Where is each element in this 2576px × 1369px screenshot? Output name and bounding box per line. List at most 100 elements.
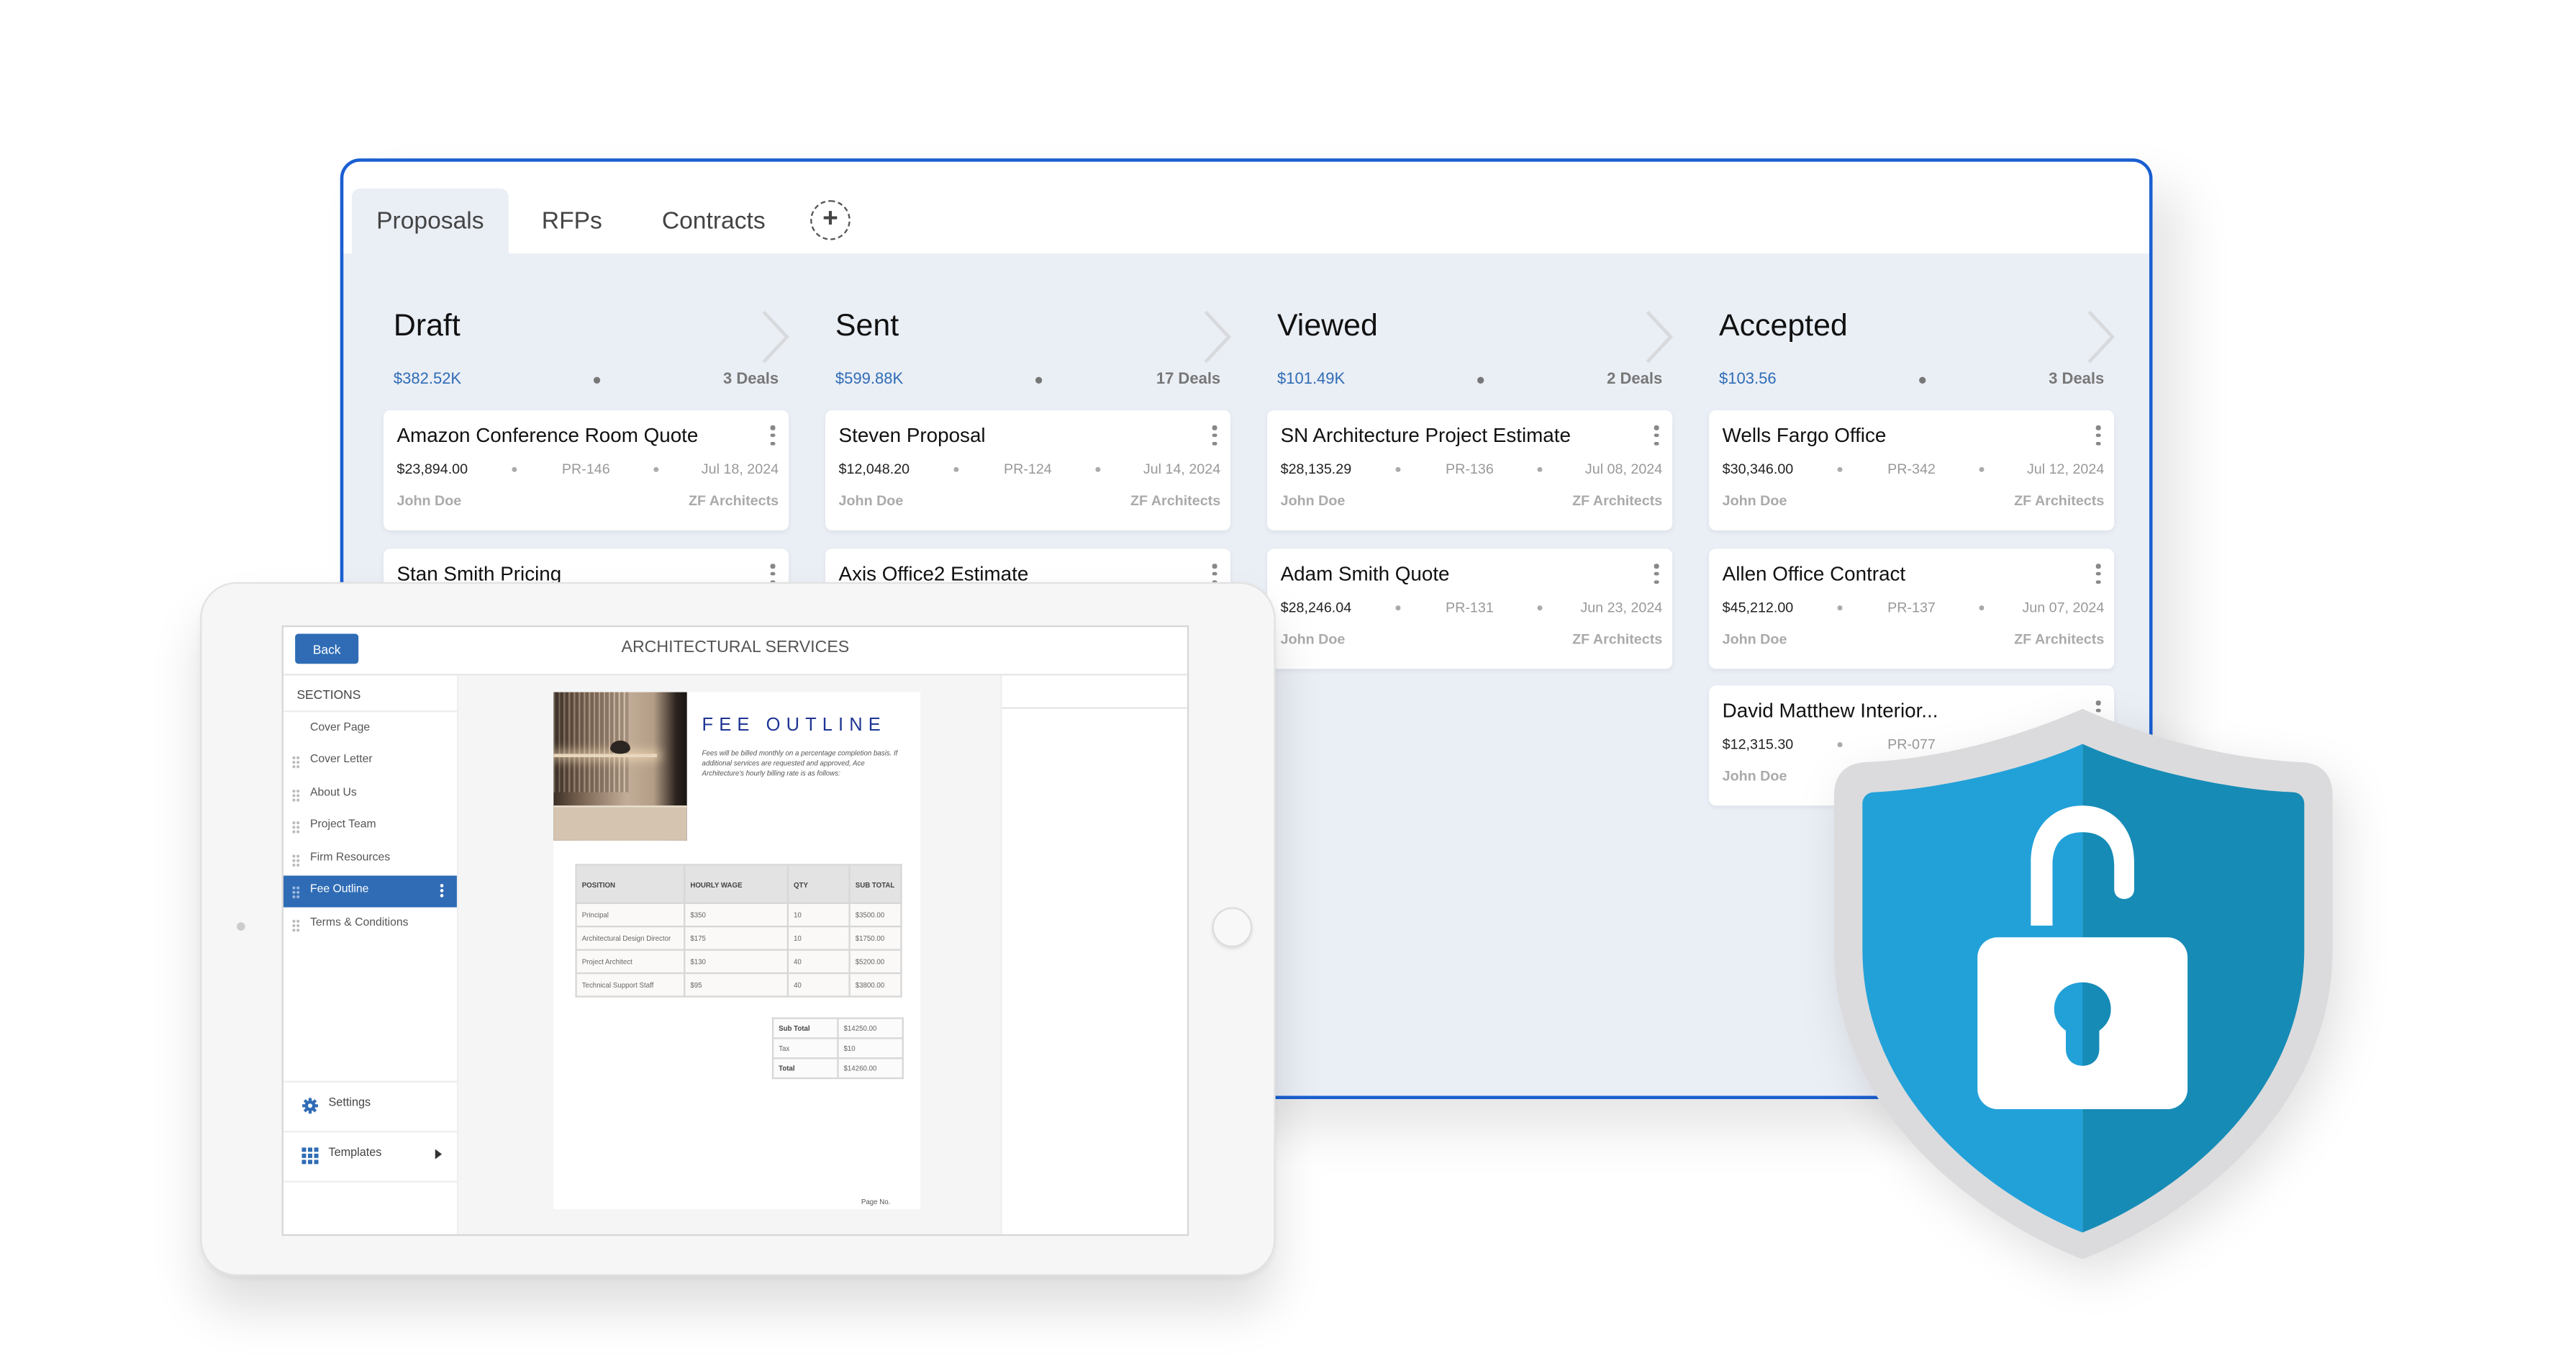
table-row: Project Architect $130 40 $5200.00 <box>575 949 902 975</box>
deal-card[interactable]: Amazon Conference Room Quote $23,894.00 … <box>383 410 789 530</box>
cell: 10 <box>786 902 851 928</box>
table-row: Architectural Design Director $175 10 $1… <box>575 926 902 951</box>
sections-sidebar: SECTIONS Cover Page Cover Letter About U… <box>283 675 459 1234</box>
column-deal-count: 17 Deals <box>1156 370 1221 389</box>
interior-photo <box>553 692 687 841</box>
cell: 40 <box>786 972 851 998</box>
tab-rfps[interactable]: RFPs <box>527 189 617 256</box>
fee-table: POSITION HOURLY WAGE QTY SUB TOTAL Princ… <box>575 864 902 998</box>
drag-handle-icon[interactable] <box>291 755 301 769</box>
deal-code: PR-137 <box>1887 598 1936 616</box>
more-options-icon[interactable] <box>1212 425 1217 446</box>
section-item-about-us[interactable]: About Us <box>284 779 457 810</box>
column-deal-count: 2 Deals <box>1607 370 1663 389</box>
grid-icon <box>301 1147 319 1165</box>
section-label: Cover Letter <box>309 754 373 766</box>
more-options-icon[interactable] <box>440 884 444 898</box>
more-options-icon[interactable] <box>770 425 776 446</box>
deal-date: Jul 18, 2024 <box>701 460 779 477</box>
section-item-cover-page[interactable]: Cover Page <box>284 714 457 746</box>
separator-dot <box>1837 466 1843 472</box>
section-item-firm-resources[interactable]: Firm Resources <box>284 844 457 876</box>
proposal-editor-screen: Back ARCHITECTURAL SERVICES SECTIONS Cov… <box>281 625 1189 1237</box>
cell: Technical Support Staff <box>575 972 686 998</box>
cell: $175 <box>684 926 789 951</box>
deal-company: ZF Architects <box>2014 492 2105 509</box>
column-title: Draft <box>393 307 461 343</box>
column-total: $382.52K <box>393 370 462 389</box>
deal-title: SN Architecture Project Estimate <box>1280 423 1571 448</box>
fee-description: Fees will be billed monthly on a percent… <box>702 749 898 778</box>
deal-company: ZF Architects <box>688 492 779 509</box>
chevron-right-icon <box>2087 310 2115 363</box>
caret-right-icon <box>435 1149 443 1160</box>
deal-owner: John Doe <box>1722 492 1787 509</box>
properties-panel <box>1000 675 1187 1234</box>
separator-dot <box>1537 466 1543 472</box>
column-title: Sent <box>835 307 899 343</box>
column-header: POSITION <box>575 864 686 904</box>
more-options-icon[interactable] <box>770 564 776 584</box>
column-header: QTY <box>786 864 851 904</box>
more-options-icon[interactable] <box>1212 564 1217 584</box>
deal-title: Amazon Conference Room Quote <box>396 423 699 448</box>
settings-button[interactable]: Settings <box>283 1080 457 1129</box>
plus-icon: + <box>822 205 838 234</box>
section-label: About Us <box>309 787 357 799</box>
section-item-project-team[interactable]: Project Team <box>284 810 457 842</box>
cell: $95 <box>684 972 789 998</box>
cell: $1750.00 <box>848 926 902 951</box>
separator-dot <box>1979 605 1985 611</box>
deal-owner: John Doe <box>1722 767 1787 785</box>
deal-code: PR-342 <box>1887 460 1936 477</box>
column-total: $103.56 <box>1719 370 1777 389</box>
deal-code: PR-131 <box>1446 598 1494 616</box>
table-row: Principal $350 10 $3500.00 <box>575 902 902 928</box>
deal-owner: John Doe <box>838 492 904 509</box>
total-label: Tax <box>771 1037 839 1059</box>
column-title: Viewed <box>1276 307 1378 343</box>
more-options-icon[interactable] <box>1654 564 1659 584</box>
templates-button[interactable]: Templates <box>283 1131 457 1179</box>
tab-contracts[interactable]: Contracts <box>648 189 779 256</box>
deal-company: ZF Architects <box>1130 492 1221 509</box>
add-tab-button[interactable]: + <box>810 200 851 240</box>
panel-header <box>1002 675 1187 709</box>
drag-handle-icon[interactable] <box>291 821 301 834</box>
separator-dot <box>1395 605 1401 611</box>
deal-date: Jul 12, 2024 <box>2026 460 2105 477</box>
cell: $130 <box>684 949 789 975</box>
section-heading: FEE OUTLINE <box>702 715 886 736</box>
drag-handle-icon[interactable] <box>291 854 301 867</box>
camera-dot <box>237 922 245 931</box>
deal-card[interactable]: Adam Smith Quote $28,246.04 PR-131 Jun 2… <box>1267 548 1673 669</box>
total-label: Sub Total <box>771 1017 839 1039</box>
more-options-icon[interactable] <box>2095 564 2101 584</box>
settings-label: Settings <box>328 1097 371 1109</box>
cell: 10 <box>786 926 851 951</box>
deal-card[interactable]: Steven Proposal $12,048.20 PR-124 Jul 14… <box>825 410 1231 530</box>
tab-proposals[interactable]: Proposals <box>351 188 509 256</box>
section-item-terms-conditions[interactable]: Terms & Conditions <box>284 909 457 941</box>
deal-card[interactable]: SN Architecture Project Estimate $28,135… <box>1267 410 1673 530</box>
drag-handle-icon[interactable] <box>291 885 301 899</box>
deal-amount: $28,135.29 <box>1280 460 1352 477</box>
separator-dot <box>1095 466 1101 472</box>
deal-owner: John Doe <box>396 492 462 509</box>
deal-amount: $28,246.04 <box>1280 598 1352 616</box>
deal-date: Jul 14, 2024 <box>1143 460 1221 477</box>
column-deal-count: 3 Deals <box>2049 370 2105 389</box>
section-item-cover-letter[interactable]: Cover Letter <box>284 746 457 777</box>
home-button[interactable] <box>1212 907 1253 948</box>
chevron-right-icon <box>1646 310 1674 363</box>
drag-handle-icon[interactable] <box>291 789 301 803</box>
table-row: Technical Support Staff $95 40 $3800.00 <box>575 972 902 998</box>
more-options-icon[interactable] <box>2095 425 2101 446</box>
separator-dot <box>953 466 959 472</box>
deal-card[interactable]: Wells Fargo Office $30,346.00 PR-342 Jul… <box>1709 410 2115 530</box>
tablet-device: Back ARCHITECTURAL SERVICES SECTIONS Cov… <box>200 582 1276 1276</box>
more-options-icon[interactable] <box>1654 425 1659 446</box>
section-item-fee-outline[interactable]: Fee Outline <box>283 875 457 908</box>
deal-card[interactable]: Allen Office Contract $45,212.00 PR-137 … <box>1709 548 2115 669</box>
drag-handle-icon[interactable] <box>291 918 301 933</box>
